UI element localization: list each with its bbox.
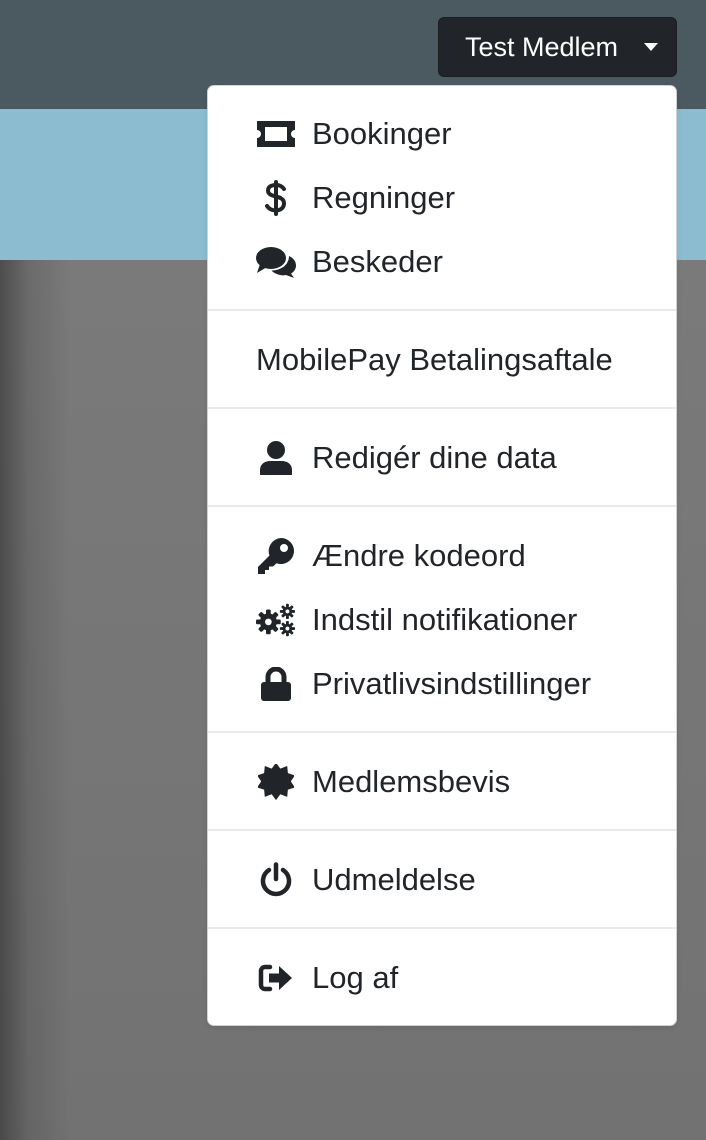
menu-divider [208, 829, 676, 831]
menu-item-label: Udmeldelse [312, 862, 476, 897]
menu-item-membership-card[interactable]: Medlemsbevis [208, 750, 676, 814]
lock-icon [256, 664, 296, 704]
menu-item-bookinger[interactable]: Bookinger [208, 102, 676, 166]
menu-item-label: Indstil notifikationer [312, 602, 578, 637]
menu-item-edit-data[interactable]: Redigér dine data [208, 426, 676, 490]
user-dropdown-menu: Bookinger Regninger Beskeder MobilePay B… [207, 85, 677, 1026]
menu-item-label: Ændre kodeord [312, 538, 526, 573]
menu-item-change-password[interactable]: Ændre kodeord [208, 524, 676, 588]
menu-item-mobilepay[interactable]: MobilePay Betalingsaftale [208, 328, 676, 392]
power-icon [256, 860, 296, 900]
dollar-icon [256, 178, 296, 218]
menu-item-label: Redigér dine data [312, 440, 557, 475]
caret-down-icon [644, 43, 658, 51]
user-menu-button[interactable]: Test Medlem [438, 17, 677, 77]
menu-item-label: MobilePay Betalingsaftale [256, 342, 613, 377]
user-icon [256, 438, 296, 478]
ticket-icon [256, 114, 296, 154]
sign-out-icon [256, 958, 296, 998]
menu-item-label: Privatlivsindstillinger [312, 666, 592, 701]
menu-item-beskeder[interactable]: Beskeder [208, 230, 676, 294]
key-icon [256, 536, 296, 576]
menu-divider [208, 309, 676, 311]
page: Test Medlem Bookinger Regninger Beskeder… [0, 0, 706, 1140]
menu-item-notifications[interactable]: Indstil notifikationer [208, 588, 676, 652]
menu-item-unsubscribe[interactable]: Udmeldelse [208, 848, 676, 912]
menu-divider [208, 505, 676, 507]
menu-item-label: Log af [312, 960, 399, 995]
menu-item-label: Regninger [312, 180, 456, 215]
menu-item-regninger[interactable]: Regninger [208, 166, 676, 230]
certificate-icon [256, 762, 296, 802]
comments-icon [256, 242, 296, 282]
menu-item-label: Beskeder [312, 244, 443, 279]
menu-divider [208, 927, 676, 929]
menu-item-label: Medlemsbevis [312, 764, 511, 799]
cogs-icon [256, 600, 296, 640]
menu-item-logout[interactable]: Log af [208, 946, 676, 1010]
user-menu-label: Test Medlem [465, 31, 619, 62]
menu-item-privacy[interactable]: Privatlivsindstillinger [208, 652, 676, 716]
menu-item-label: Bookinger [312, 116, 452, 151]
menu-divider [208, 731, 676, 733]
menu-divider [208, 407, 676, 409]
